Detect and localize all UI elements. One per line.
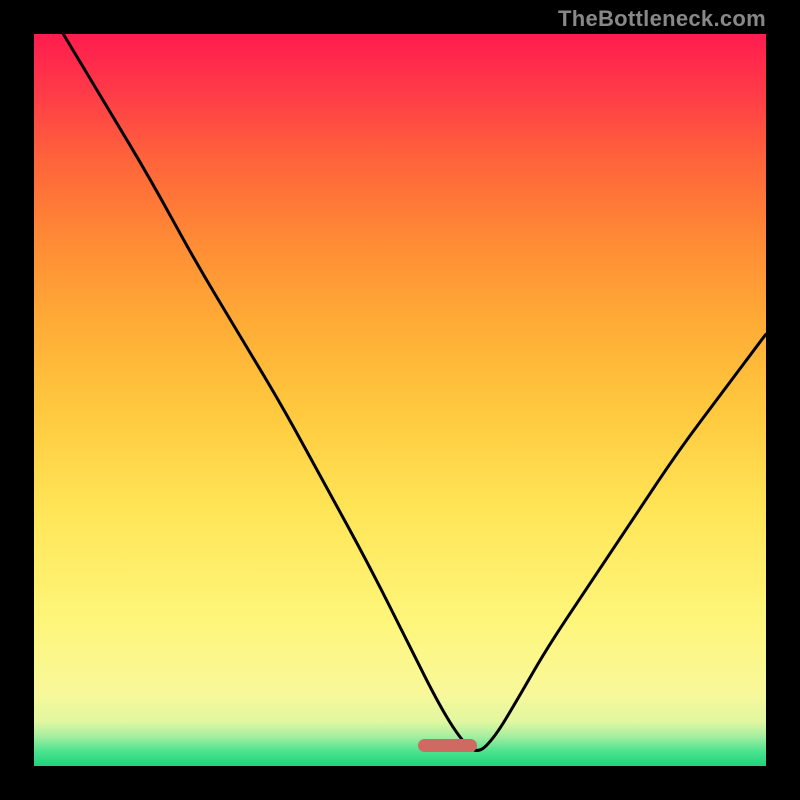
bottleneck-curve xyxy=(63,34,766,750)
curve-svg xyxy=(34,34,766,766)
plot-area xyxy=(34,34,766,766)
optimal-marker xyxy=(418,739,477,752)
chart-frame: TheBottleneck.com xyxy=(0,0,800,800)
watermark-text: TheBottleneck.com xyxy=(558,6,766,32)
